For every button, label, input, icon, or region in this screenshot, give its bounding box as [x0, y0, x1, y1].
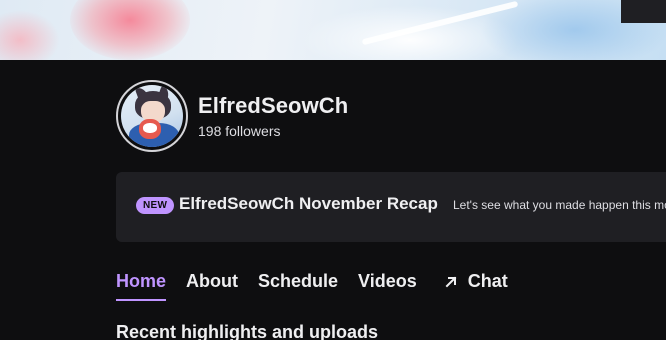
tab-home[interactable]: Home — [116, 268, 167, 301]
recap-card[interactable]: NEW ElfredSeowCh November Recap Let's se… — [116, 172, 666, 242]
tab-about[interactable]: About — [186, 268, 238, 301]
tab-chat-label: Chat — [467, 271, 508, 291]
new-badge: NEW — [136, 197, 175, 214]
recap-title: ElfredSeowCh November Recap — [179, 194, 438, 213]
recap-description: Let's see what you made happen this mont… — [453, 198, 666, 212]
arrow-up-right-icon — [443, 274, 459, 290]
channel-banner — [0, 0, 666, 60]
tab-schedule[interactable]: Schedule — [258, 268, 338, 301]
follower-count: 198 followers — [198, 123, 281, 139]
banner-corner-button[interactable] — [621, 0, 666, 23]
channel-page: ElfredSeowCh 198 followers NEW ElfredSeo… — [0, 0, 666, 340]
section-title: Recent highlights and uploads — [116, 322, 379, 340]
tab-chat[interactable]: Chat — [443, 268, 508, 301]
avatar-image — [121, 85, 183, 147]
channel-tabs: Home About Schedule Videos Chat — [116, 268, 528, 304]
channel-name: ElfredSeowCh — [198, 93, 349, 118]
tab-videos[interactable]: Videos — [358, 268, 417, 301]
channel-avatar[interactable] — [116, 80, 188, 152]
